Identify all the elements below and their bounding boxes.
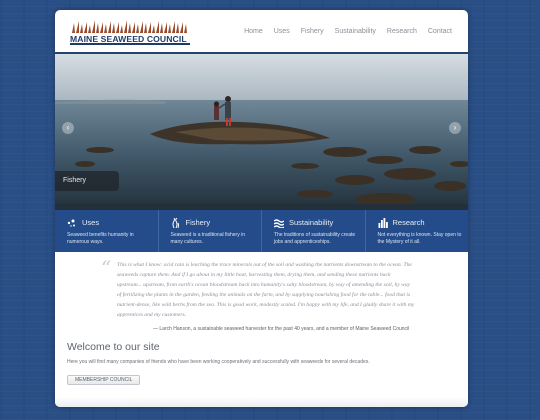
seaweed-icon: [172, 217, 179, 228]
page-footer: [55, 397, 468, 407]
page-card: MAINE SEAWEED COUNCIL Home Uses Fishery …: [55, 10, 468, 407]
feature-text: Seaweed benefits humanity in numerous wa…: [67, 232, 134, 245]
welcome-title: Welcome to our site: [67, 341, 160, 353]
feature-fishery[interactable]: Fishery Seaweed is a traditional fishery…: [159, 210, 262, 252]
uses-icon: [67, 219, 75, 227]
logo-underline: [70, 43, 190, 45]
feature-text: Seaweed is a traditional fishery in many…: [170, 232, 246, 245]
seaweed-logo-icon: [72, 20, 187, 33]
feature-bar: Uses Seaweed benefits humanity in numero…: [55, 210, 468, 252]
testimonial-quote: This is what I know: acid rain is leachi…: [117, 262, 415, 318]
quote-attribution: — Larch Hanson, a sustainable seaweed ha…: [153, 326, 410, 332]
chevron-left-icon[interactable]: ‹: [62, 122, 74, 134]
feature-title: Research: [392, 218, 425, 227]
feature-title: Uses: [82, 218, 100, 227]
nav-uses[interactable]: Uses: [274, 28, 290, 35]
feature-title: Fishery: [185, 218, 211, 227]
feature-sustainability[interactable]: Sustainability The traditions of sustain…: [262, 210, 366, 252]
feature-uses[interactable]: Uses Seaweed benefits humanity in numero…: [55, 210, 159, 252]
hero-caption[interactable]: Fishery: [55, 171, 119, 191]
site-logo[interactable]: MAINE SEAWEED COUNCIL: [70, 20, 190, 45]
waves-icon: [274, 218, 284, 228]
nav-contact[interactable]: Contact: [428, 28, 452, 35]
feature-text: Not everything is known. Stay open to th…: [377, 232, 462, 245]
feature-research[interactable]: Research Not everything is known. Stay o…: [366, 210, 469, 252]
nav-sustainability[interactable]: Sustainability: [335, 28, 376, 35]
main-nav: Home Uses Fishery Sustainability Researc…: [244, 28, 452, 35]
feature-title: Sustainability: [289, 218, 334, 227]
nav-research[interactable]: Research: [387, 28, 417, 35]
welcome-text: Here you will find many companies of fri…: [67, 359, 370, 365]
feature-text: The traditions of sustainability create …: [274, 232, 356, 245]
nav-fishery[interactable]: Fishery: [301, 28, 324, 35]
hero-slideshow: ‹ › Fishery: [55, 54, 468, 210]
bar-chart-icon: [378, 217, 388, 228]
site-header: MAINE SEAWEED COUNCIL Home Uses Fishery …: [55, 10, 468, 54]
chevron-right-icon[interactable]: ›: [449, 122, 461, 134]
membership-council-button[interactable]: MEMBERSHIP COUNCIL: [67, 375, 141, 385]
nav-home[interactable]: Home: [244, 28, 263, 35]
quote-mark-icon: “: [101, 256, 112, 280]
